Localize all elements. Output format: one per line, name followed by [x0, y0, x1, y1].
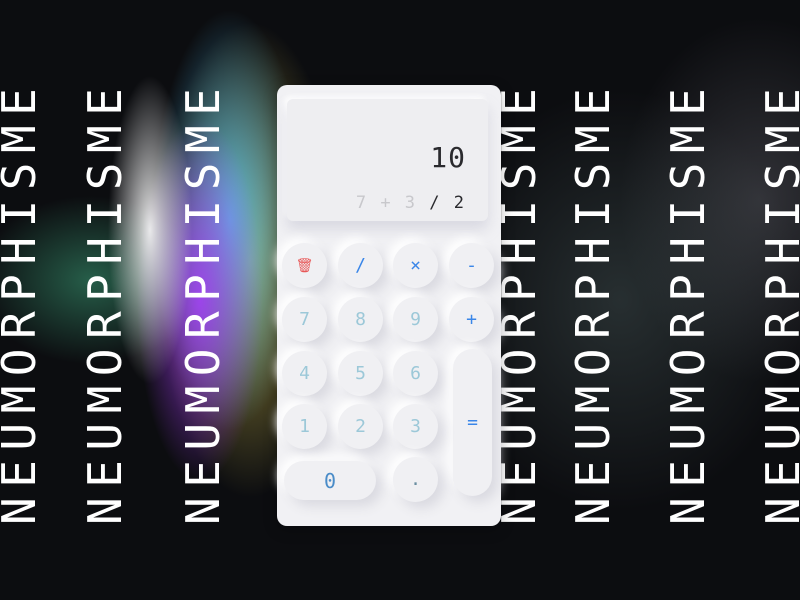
digit-9-button[interactable]: 9 — [393, 297, 438, 342]
digit-6-button[interactable]: 6 — [393, 351, 438, 396]
expression-previous: 7 + 3 — [355, 193, 418, 213]
divide-button[interactable]: / — [338, 243, 383, 288]
digit-7-button[interactable]: 7 — [282, 297, 327, 342]
digit-2-button[interactable]: 2 — [338, 404, 383, 449]
result-value: 10 — [430, 141, 466, 174]
digit-1-button[interactable]: 1 — [282, 404, 327, 449]
plus-button[interactable]: + — [449, 297, 494, 342]
background-word: NEUMORPHISME — [756, 78, 800, 525]
digit-3-button[interactable]: 3 — [393, 404, 438, 449]
minus-button[interactable]: - — [449, 243, 494, 288]
digit-8-button[interactable]: 8 — [338, 297, 383, 342]
background-word: NEUMORPHISME — [0, 78, 46, 525]
expression: 7 + 3 / 2 — [356, 193, 466, 213]
background-word: NEUMORPHISME — [176, 78, 230, 525]
digit-5-button[interactable]: 5 — [338, 351, 383, 396]
digit-0-button[interactable]: 0 — [284, 461, 376, 500]
calculator-display: 10 7 + 3 / 2 — [287, 99, 488, 221]
delete-button[interactable]: 🗑 — [282, 243, 327, 288]
digit-4-button[interactable]: 4 — [282, 351, 327, 396]
multiply-button[interactable]: × — [393, 243, 438, 288]
expression-current: / 2 — [429, 193, 466, 213]
background-word: NEUMORPHISME — [566, 78, 620, 525]
decimal-button[interactable]: . — [393, 457, 438, 502]
trash-icon: 🗑 — [295, 257, 314, 274]
background-word: NEUMORPHISME — [78, 78, 132, 525]
equals-button[interactable]: = — [453, 349, 492, 496]
background-word: NEUMORPHISME — [661, 78, 715, 525]
background-word: NEUMORPHISME — [492, 78, 546, 525]
calculator: 10 7 + 3 / 2 🗑 / × - 7 8 9 + 4 5 6 = 1 2… — [277, 85, 501, 526]
